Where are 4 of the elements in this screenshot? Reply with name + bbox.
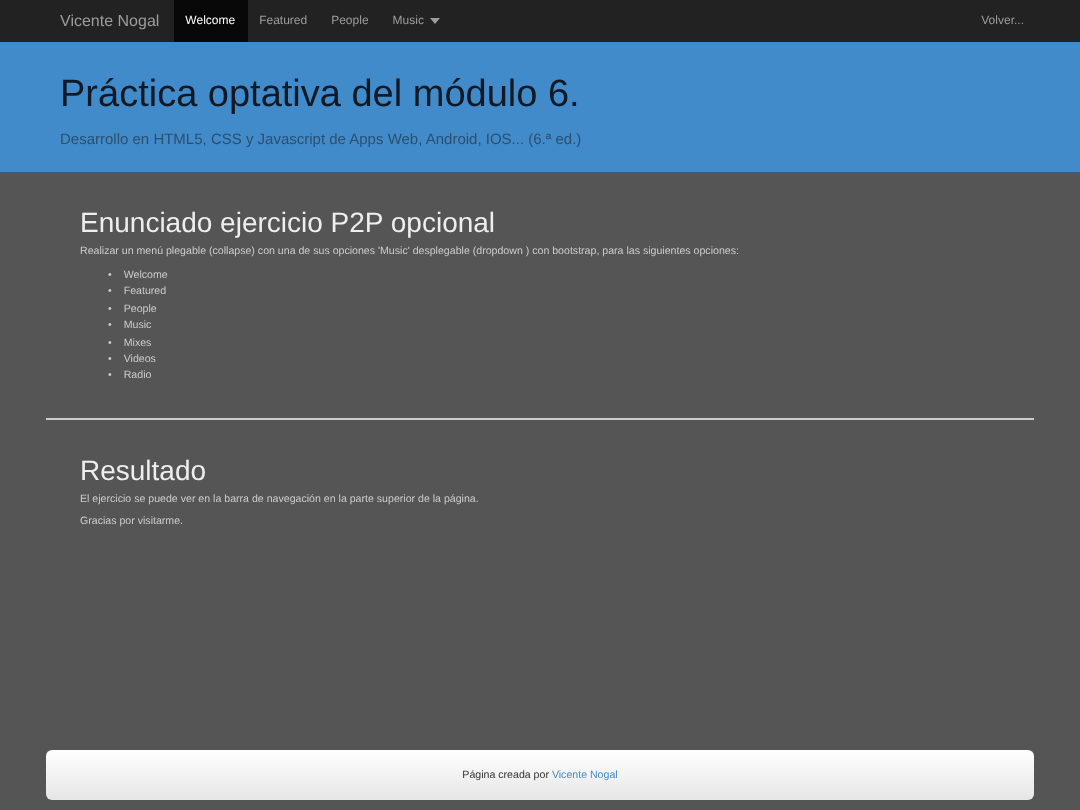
brand-link[interactable]: Vicente Nogal [60, 0, 160, 42]
page-title: Práctica optativa del módulo 6. [60, 74, 582, 118]
section-heading: Resultado [80, 453, 209, 486]
section-heading: Enunciado ejercicio P2P opcional [80, 206, 498, 238]
